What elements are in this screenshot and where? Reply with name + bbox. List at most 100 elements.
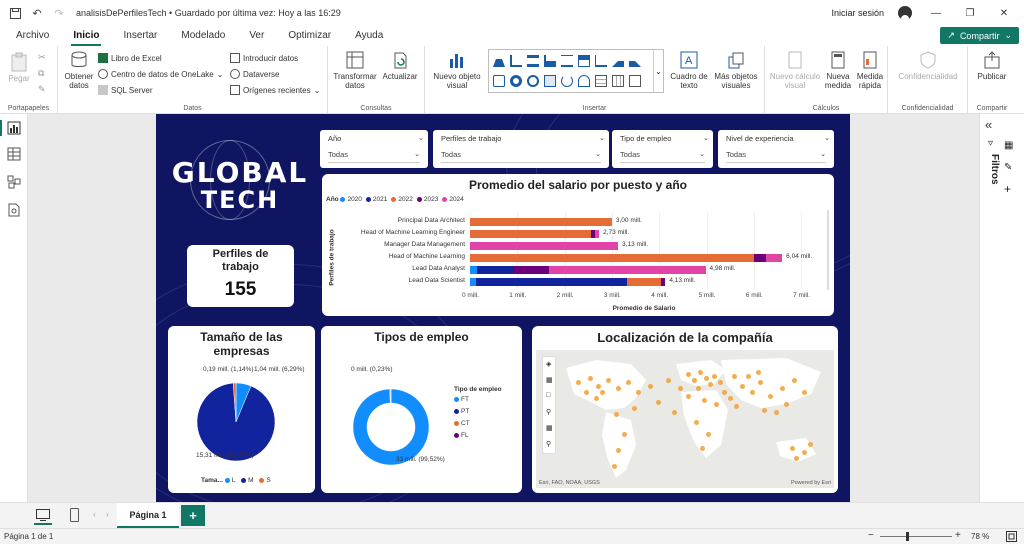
- bar-segment[interactable]: [470, 254, 754, 262]
- grid-icon[interactable]: ▦: [546, 376, 553, 384]
- tab-ver[interactable]: Ver: [237, 26, 276, 46]
- company-location-card[interactable]: Localización de la compañía ◈ ▦ □ ⚲ ▦ ⚲ …: [532, 326, 838, 493]
- layers-icon[interactable]: ◈: [546, 360, 551, 368]
- add-pane-icon[interactable]: +: [1004, 182, 1011, 196]
- slicer-year[interactable]: Año ⌄ Todas ⌄: [320, 130, 428, 168]
- location-marker[interactable]: [636, 390, 641, 395]
- zoom-slider-thumb[interactable]: [906, 532, 909, 541]
- location-marker[interactable]: [722, 390, 727, 395]
- filter-icon[interactable]: ▿: [988, 138, 993, 149]
- donut-chart-icon[interactable]: [527, 75, 539, 87]
- tab-inicio[interactable]: Inicio: [61, 26, 111, 46]
- sensitivity-button[interactable]: Confidencialidad: [892, 50, 964, 81]
- enter-data-button[interactable]: Introducir datos: [230, 53, 298, 63]
- slicer-dropdown[interactable]: Todas ⌄: [620, 150, 705, 163]
- bar-segment[interactable]: [470, 242, 619, 250]
- new-visual-calc-button[interactable]: Nuevo cálculo visual: [767, 50, 823, 90]
- matrix-icon[interactable]: [612, 75, 624, 87]
- save-icon[interactable]: [8, 6, 22, 20]
- slicer-job-profile[interactable]: Perfiles de trabajo ⌄ Todas ⌄: [433, 130, 609, 168]
- analytics-icon[interactable]: ▦: [546, 424, 553, 432]
- location-marker[interactable]: [656, 400, 661, 405]
- select-icon[interactable]: □: [546, 392, 550, 399]
- location-marker[interactable]: [626, 380, 631, 385]
- line-column-icon[interactable]: [629, 55, 641, 67]
- page-tab[interactable]: Página 1: [117, 503, 179, 528]
- sign-in-link[interactable]: Iniciar sesión: [831, 8, 884, 18]
- minimize-icon[interactable]: —: [926, 8, 946, 19]
- location-marker[interactable]: [694, 420, 699, 425]
- location-marker[interactable]: [666, 378, 671, 383]
- dax-query-view-icon[interactable]: [7, 203, 21, 217]
- tab-ayuda[interactable]: Ayuda: [343, 26, 395, 46]
- ribbon-chart-icon[interactable]: [493, 75, 505, 87]
- location-marker[interactable]: [696, 386, 701, 391]
- area-chart-icon[interactable]: [612, 55, 624, 67]
- bar-segment[interactable]: [753, 254, 766, 262]
- maximize-icon[interactable]: ❐: [960, 8, 980, 19]
- previous-page-icon[interactable]: ‹: [93, 510, 96, 519]
- treemap-icon[interactable]: [544, 75, 556, 87]
- table-visual-icon[interactable]: [595, 75, 607, 87]
- location-marker[interactable]: [808, 442, 813, 447]
- desktop-layout-icon[interactable]: [36, 509, 50, 521]
- location-marker[interactable]: [718, 380, 723, 385]
- location-marker[interactable]: [576, 380, 581, 385]
- map-icon[interactable]: [578, 75, 590, 87]
- pie-chart-icon[interactable]: [510, 75, 522, 87]
- collapse-icon[interactable]: «: [985, 117, 992, 132]
- clustered-column-icon[interactable]: [561, 55, 573, 67]
- new-measure-button[interactable]: Nueva medida: [823, 50, 853, 90]
- redo-icon[interactable]: ↷: [52, 6, 66, 20]
- get-data-button[interactable]: Obtener datos: [62, 50, 96, 90]
- bar-segment[interactable]: [627, 278, 661, 286]
- bar-segment[interactable]: [477, 266, 513, 274]
- fit-page-icon[interactable]: [1006, 531, 1017, 542]
- bar-segment[interactable]: [470, 218, 612, 226]
- kpi-card[interactable]: Perfiles de trabajo 155: [187, 245, 294, 307]
- location-marker[interactable]: [702, 398, 707, 403]
- sql-button[interactable]: SQL Server: [98, 85, 153, 95]
- location-marker[interactable]: [612, 464, 617, 469]
- location-marker[interactable]: [594, 396, 599, 401]
- location-marker[interactable]: [588, 376, 593, 381]
- location-marker[interactable]: [714, 402, 719, 407]
- new-visual-button[interactable]: Nuevo objeto visual: [431, 50, 483, 90]
- map-area[interactable]: ◈ ▦ □ ⚲ ▦ ⚲ Esri, FAO, NOAA, USGS Powere…: [536, 350, 834, 488]
- report-view-icon[interactable]: [7, 121, 21, 135]
- recent-sources-button[interactable]: Orígenes recientes ⌄: [230, 85, 320, 95]
- excel-button[interactable]: Libro de Excel: [98, 53, 162, 63]
- refresh-button[interactable]: Actualizar: [380, 50, 420, 81]
- tab-insertar[interactable]: Insertar: [111, 26, 169, 46]
- search-icon[interactable]: ⚲: [546, 408, 551, 416]
- location-marker[interactable]: [794, 456, 799, 461]
- location-marker[interactable]: [704, 376, 709, 381]
- table-view-icon[interactable]: [7, 147, 21, 161]
- close-icon[interactable]: ✕: [994, 8, 1014, 19]
- undo-icon[interactable]: ↶: [30, 6, 44, 20]
- location-marker[interactable]: [802, 390, 807, 395]
- pin-icon[interactable]: ⚲: [546, 440, 551, 448]
- bar-segment[interactable]: [475, 278, 628, 286]
- bar-segment[interactable]: [512, 266, 550, 274]
- gallery-expand-icon[interactable]: ⌄: [653, 50, 663, 92]
- location-marker[interactable]: [792, 378, 797, 383]
- stacked-area-icon[interactable]: [578, 55, 590, 67]
- bar-segment[interactable]: [470, 230, 591, 238]
- chart-scrollbar[interactable]: [827, 210, 829, 290]
- location-marker[interactable]: [692, 378, 697, 383]
- location-marker[interactable]: [774, 410, 779, 415]
- publish-button[interactable]: Publicar: [972, 50, 1012, 81]
- format-painter-icon[interactable]: ✎: [38, 84, 46, 95]
- gauge-icon[interactable]: [561, 75, 573, 87]
- tab-modelado[interactable]: Modelado: [169, 26, 237, 46]
- tab-archivo[interactable]: Archivo: [4, 26, 61, 46]
- onelake-button[interactable]: Centro de datos de OneLake ⌄: [98, 69, 223, 79]
- location-marker[interactable]: [632, 406, 637, 411]
- model-view-icon[interactable]: [7, 175, 21, 189]
- location-marker[interactable]: [600, 390, 605, 395]
- location-marker[interactable]: [732, 374, 737, 379]
- location-marker[interactable]: [756, 370, 761, 375]
- add-page-button[interactable]: +: [181, 505, 205, 526]
- location-marker[interactable]: [708, 382, 713, 387]
